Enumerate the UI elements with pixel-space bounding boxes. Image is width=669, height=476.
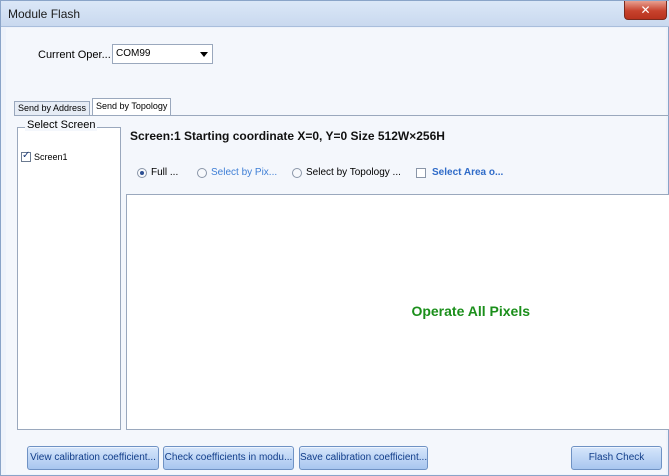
save-calibration-coefficient-button[interactable]: Save calibration coefficient... (299, 446, 428, 470)
option-select-by-topology-label: Select by Topology ... (306, 167, 401, 178)
operate-all-pixels-text: Operate All Pixels (411, 303, 530, 319)
select-area-checkbox[interactable] (416, 167, 426, 178)
tab-send-by-address[interactable]: Send by Address (14, 101, 91, 115)
option-select-by-pixel[interactable]: Select by Pix... (197, 167, 277, 178)
option-select-area-label: Select Area o... (432, 167, 504, 178)
flash-check-button[interactable]: Flash Check (571, 446, 662, 470)
check-coefficients-button[interactable]: Check coefficients in modu... (163, 446, 294, 470)
close-button[interactable]: ✕ (624, 1, 667, 20)
window-title: Module Flash (8, 7, 81, 21)
screen-info-text: Screen:1 Starting coordinate X=0, Y=0 Si… (130, 129, 445, 143)
select-screen-title: Select Screen (25, 119, 98, 131)
screen-list-item[interactable]: Screen1 (21, 150, 68, 162)
chevron-down-icon[interactable] (200, 52, 208, 57)
current-operation-label: Current Oper... (38, 49, 111, 61)
option-select-by-topology[interactable]: Select by Topology ... (292, 167, 401, 178)
port-select-value: COM99 (116, 48, 151, 59)
port-select[interactable]: COM99 (112, 44, 213, 64)
radio-select-by-topology[interactable] (292, 167, 302, 178)
option-select-by-pixel-label: Select by Pix... (211, 167, 278, 178)
view-calibration-coefficient-button[interactable]: View calibration coefficient... (27, 446, 159, 470)
tab-send-by-topology[interactable]: Send by Topology (92, 98, 172, 116)
option-full-label: Full ... (151, 167, 179, 178)
screen1-checkbox[interactable] (21, 150, 31, 162)
option-select-area[interactable]: Select Area o... (416, 167, 503, 178)
radio-full[interactable] (137, 167, 147, 178)
select-screen-list (17, 127, 121, 430)
option-full[interactable]: Full ... (137, 167, 178, 178)
title-bar: Module Flash ✕ (1, 1, 669, 27)
radio-select-by-pixel[interactable] (197, 167, 207, 178)
pixel-operation-area: Operate All Pixels (126, 194, 669, 430)
screen1-label: Screen1 (34, 152, 68, 162)
